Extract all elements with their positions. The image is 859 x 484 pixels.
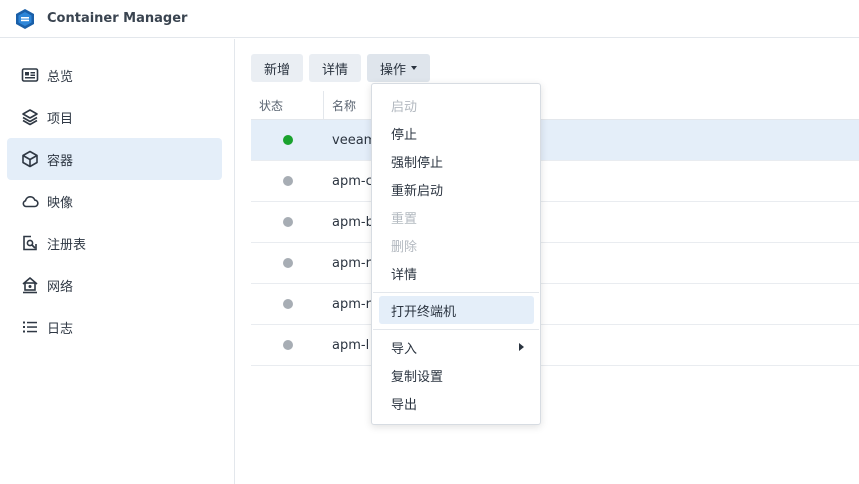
menu-item-import-label: 导入 [391,341,418,357]
sidebar-item-label: 映像 [47,195,74,211]
container-name: apm-l [332,337,370,353]
container-name: veeam [332,132,377,148]
overview-icon [21,66,39,84]
sidebar-item-image[interactable]: 映像 [7,180,222,222]
status-cell [251,176,324,186]
sidebar-item-overview[interactable]: 总览 [7,54,222,96]
sidebar-item-network[interactable]: 网络 [7,264,222,306]
menu-item-details[interactable]: 详情 [379,259,534,287]
menu-item-delete: 删除 [391,239,418,255]
menu-item-open-terminal[interactable]: 打开终端机 [379,296,534,324]
sidebar-item-label: 日志 [47,321,74,337]
container-table: 状态 名称 veeam apm-c apm-b apm-r apm-r apm-… [251,90,859,366]
menu-item-start: 启动 [391,99,418,115]
menu-item-force-stop[interactable]: 强制停止 [379,147,534,175]
status-stopped-dot [282,299,293,309]
table-header: 状态 名称 [251,90,859,120]
table-row[interactable]: veeam [251,120,859,161]
container-cube-icon [21,150,39,168]
menu-item-stop[interactable]: 停止 [379,119,534,147]
sidebar-item-label: 网络 [47,279,74,295]
sidebar-item-container[interactable]: 容器 [7,138,222,180]
status-stopped-dot [282,176,293,186]
table-row[interactable]: apm-l [251,325,859,366]
sidebar-item-label: 容器 [47,153,74,169]
registry-search-icon [21,234,39,252]
menu-separator [373,329,539,330]
container-manager-logo-icon [14,8,36,30]
title-bar: Container Manager [0,0,859,38]
add-button[interactable]: 新增 [251,54,304,82]
toolbar: 新增 详情 操作 [251,54,431,82]
menu-separator [373,292,539,293]
container-name: apm-r [332,255,371,271]
table-row[interactable]: apm-c [251,161,859,202]
actions-dropdown-button[interactable]: 操作 [367,54,431,82]
submenu-arrow-icon [519,343,524,351]
log-list-icon [21,318,39,336]
cloud-icon [21,192,39,210]
sidebar-item-label: 注册表 [47,237,87,253]
sidebar-item-log[interactable]: 日志 [7,306,222,348]
sidebar-item-registry[interactable]: 注册表 [7,222,222,264]
network-icon [21,276,39,294]
app-title: Container Manager [47,11,188,26]
details-button[interactable]: 详情 [309,54,362,82]
table-row[interactable]: apm-r [251,243,859,284]
status-cell [251,299,324,309]
menu-item-import[interactable]: 导入 [379,333,534,361]
status-cell [251,340,324,350]
table-row[interactable]: apm-r [251,284,859,325]
main-panel: 新增 详情 操作 状态 名称 veeam apm-c apm-b apm-r a… [236,39,859,484]
column-header-name[interactable]: 名称 [324,97,356,114]
status-cell [251,217,324,227]
project-layers-icon [21,108,39,126]
menu-item-export[interactable]: 导出 [379,389,534,417]
sidebar-item-project[interactable]: 项目 [7,96,222,138]
sidebar-item-label: 项目 [47,111,74,127]
table-row[interactable]: apm-b [251,202,859,243]
caret-down-icon [411,66,418,70]
status-running-dot [282,135,293,145]
container-name: apm-b [332,214,374,230]
actions-button-label: 操作 [380,62,407,78]
container-name: apm-r [332,296,371,312]
menu-item-copy-settings[interactable]: 复制设置 [379,361,534,389]
menu-item-reset: 重置 [391,211,418,227]
status-cell [251,258,324,268]
sidebar: 总览 项目 容器 映像 注册表 网络 日志 [0,39,235,484]
status-stopped-dot [282,340,293,350]
status-stopped-dot [282,258,293,268]
container-name: apm-c [332,173,373,189]
menu-item-restart[interactable]: 重新启动 [379,175,534,203]
column-header-status[interactable]: 状态 [251,90,324,120]
status-cell [251,135,324,145]
actions-menu: 启动 停止 强制停止 重新启动 重置 删除 详情 打开终端机 导入 复制设置 导… [371,83,541,425]
status-stopped-dot [282,217,293,227]
sidebar-item-label: 总览 [47,69,74,85]
